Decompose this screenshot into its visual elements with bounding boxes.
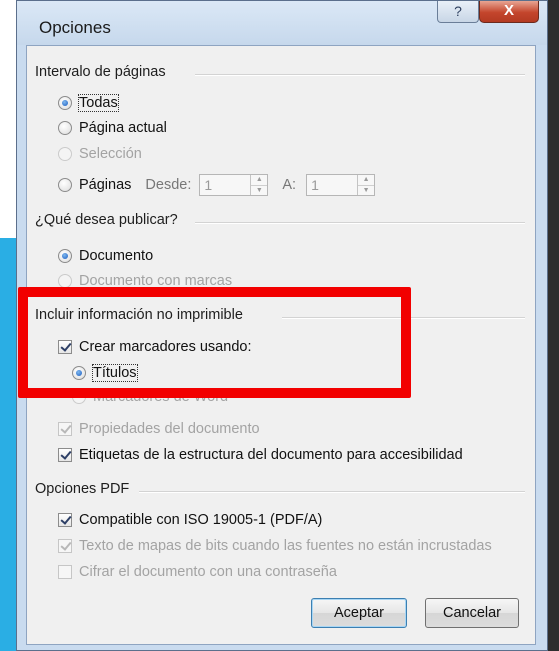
bitmap-text-checkbox: Texto de mapas de bits cuando las fuente… (58, 535, 492, 557)
checkbox (58, 565, 72, 579)
divider (195, 74, 525, 76)
pdf-options-heading: Opciones PDF (35, 481, 130, 497)
to-value: 1 (311, 177, 319, 193)
checkbox-label: Propiedades del documento (79, 421, 260, 437)
from-value: 1 (204, 177, 213, 193)
highlight-annotation-box (18, 287, 411, 398)
radio-button[interactable] (58, 96, 72, 110)
radio-document[interactable]: Documento (58, 245, 153, 267)
close-icon: X (503, 2, 514, 19)
radio-label: Selección (79, 146, 142, 162)
from-stepper: 1 ▲ ▼ (199, 174, 269, 196)
radio-label: Páginas (79, 177, 132, 193)
radio-selection: Selección (58, 143, 142, 165)
radio-button[interactable] (58, 178, 72, 192)
from-label: Desde: (145, 177, 192, 193)
title-bar[interactable]: Opciones ? X (17, 1, 547, 45)
help-button[interactable]: ? (437, 1, 479, 23)
divider (195, 222, 525, 224)
checkbox-label: Texto de mapas de bits cuando las fuente… (79, 538, 492, 554)
page-range-heading: Intervalo de páginas (35, 64, 166, 80)
radio-pages[interactable]: Páginas Desde: 1 ▲ ▼ A: 1 ▲ ▼ (58, 174, 376, 196)
encrypt-checkbox: Cifrar el documento con una contraseña (58, 561, 337, 583)
iso-checkbox[interactable]: Compatible con ISO 19005-1 (PDF/A) (58, 509, 322, 531)
radio-label: Todas (78, 94, 119, 112)
checkbox (58, 539, 72, 553)
divider (139, 491, 525, 493)
help-icon: ? (454, 3, 462, 19)
radio-button (58, 274, 72, 288)
spin-down-icon: ▼ (251, 185, 268, 196)
radio-label: Página actual (79, 120, 167, 136)
cancel-button[interactable]: Cancelar (425, 598, 519, 628)
checkbox[interactable] (58, 448, 72, 462)
dialog-title: Opciones (39, 18, 111, 37)
checkbox[interactable] (58, 513, 72, 527)
accept-button[interactable]: Aceptar (311, 598, 407, 628)
radio-button[interactable] (58, 121, 72, 135)
to-label: A: (282, 177, 297, 193)
close-button[interactable]: X (479, 1, 539, 23)
spin-up-icon: ▲ (255, 176, 263, 183)
radio-all-pages[interactable]: Todas (58, 92, 119, 114)
background-dark-edge (548, 0, 559, 651)
checkbox (58, 422, 72, 436)
radio-button[interactable] (58, 249, 72, 263)
spin-down-icon: ▼ (358, 185, 375, 196)
radio-current-page[interactable]: Página actual (58, 117, 167, 139)
to-stepper: 1 ▲ ▼ (306, 174, 376, 196)
radio-button (58, 147, 72, 161)
doc-properties-checkbox: Propiedades del documento (58, 418, 260, 440)
structure-tags-checkbox[interactable]: Etiquetas de la estructura del documento… (58, 444, 463, 466)
checkbox-label: Cifrar el documento con una contraseña (79, 564, 337, 580)
radio-label: Documento (79, 248, 154, 264)
publish-heading: ¿Qué desea publicar? (35, 212, 178, 228)
checkbox-label: Compatible con ISO 19005-1 (PDF/A) (79, 512, 323, 528)
spin-up-icon: ▲ (362, 176, 370, 183)
checkbox-label: Etiquetas de la estructura del documento… (79, 447, 463, 463)
